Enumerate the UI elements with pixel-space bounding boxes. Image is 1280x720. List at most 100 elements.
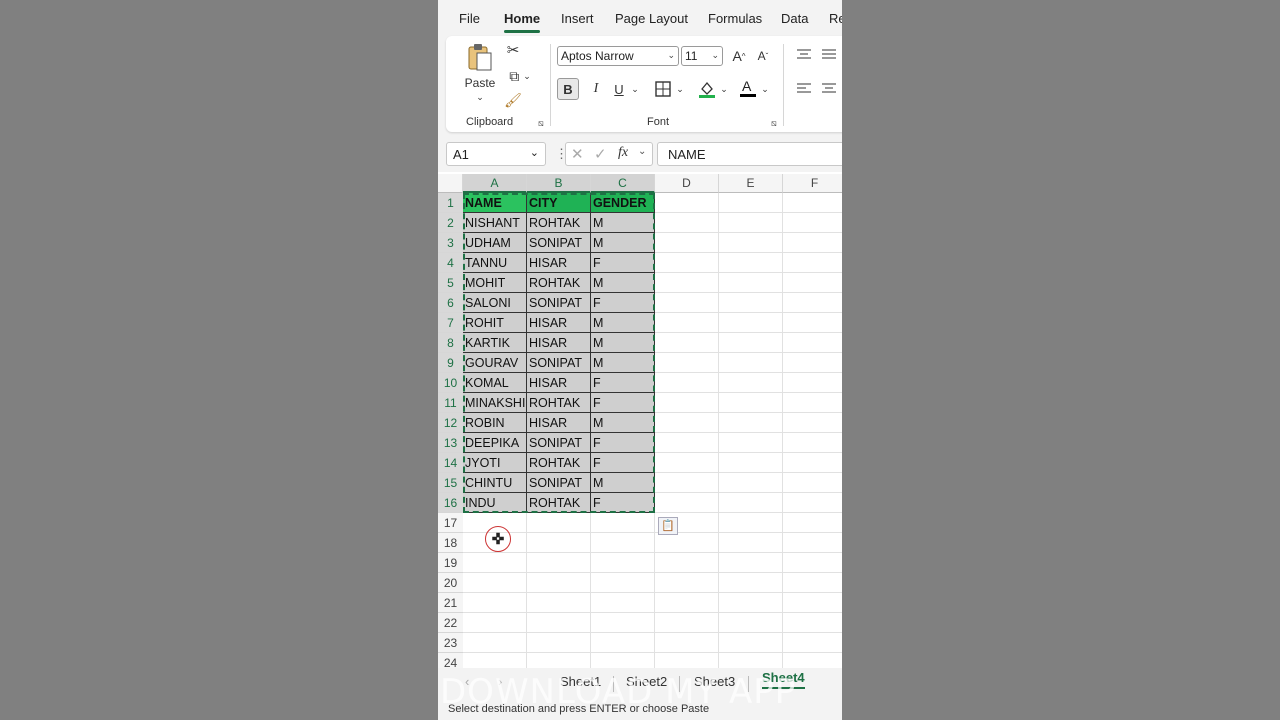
table-cell[interactable]: HISAR bbox=[527, 373, 591, 393]
table-cell[interactable]: ROHTAK bbox=[527, 213, 591, 233]
enter-icon[interactable]: ✓ bbox=[594, 145, 607, 163]
font-size-select[interactable]: 11 ⌄ bbox=[681, 46, 723, 66]
table-cell[interactable]: M bbox=[591, 213, 655, 233]
table-cell[interactable]: M bbox=[591, 233, 655, 253]
tab-file[interactable]: File bbox=[459, 11, 480, 26]
fill-color-icon[interactable] bbox=[696, 78, 718, 100]
table-cell[interactable]: JYOTI bbox=[463, 453, 527, 473]
italic-button[interactable]: I bbox=[586, 78, 606, 100]
borders-icon[interactable] bbox=[652, 78, 674, 100]
table-cell[interactable]: ROHTAK bbox=[527, 453, 591, 473]
chevron-down-icon[interactable]: ⌄ bbox=[530, 146, 539, 159]
table-cell[interactable]: SONIPAT bbox=[527, 353, 591, 373]
tab-page-layout[interactable]: Page Layout bbox=[615, 11, 688, 26]
table-cell[interactable]: F bbox=[591, 393, 655, 413]
row-header-6[interactable]: 6 bbox=[438, 293, 463, 313]
row-header-22[interactable]: 22 bbox=[438, 613, 463, 633]
table-cell[interactable]: KARTIK bbox=[463, 333, 527, 353]
align-center-icon[interactable] bbox=[820, 80, 838, 98]
table-cell[interactable]: M bbox=[591, 353, 655, 373]
copy-icon[interactable]: ⧉ ⌄ bbox=[503, 66, 537, 86]
row-header-19[interactable]: 19 bbox=[438, 553, 463, 573]
table-cell[interactable]: SONIPAT bbox=[527, 433, 591, 453]
table-cell[interactable]: HISAR bbox=[527, 413, 591, 433]
sheet-tab-3[interactable]: Sheet3 bbox=[694, 674, 735, 689]
sheet-tab-1[interactable]: Sheet1 bbox=[560, 674, 601, 689]
row-header-1[interactable]: 1 bbox=[438, 193, 463, 213]
paste-options-icon[interactable]: 📋 bbox=[658, 517, 678, 535]
name-box[interactable]: A1 ⌄ bbox=[446, 142, 546, 166]
underline-button[interactable]: U bbox=[609, 78, 629, 100]
row-header-2[interactable]: 2 bbox=[438, 213, 463, 233]
table-cell[interactable]: MINAKSHI bbox=[463, 393, 527, 413]
decrease-font-size-icon[interactable]: Aˇ bbox=[753, 46, 773, 66]
paste-icon[interactable] bbox=[462, 40, 498, 74]
sheet-tab-4[interactable]: Sheet4 bbox=[762, 670, 805, 689]
row-header-5[interactable]: 5 bbox=[438, 273, 463, 293]
row-header-15[interactable]: 15 bbox=[438, 473, 463, 493]
table-cell[interactable]: NISHANT bbox=[463, 213, 527, 233]
table-cell[interactable]: M bbox=[591, 313, 655, 333]
row-header-21[interactable]: 21 bbox=[438, 593, 463, 613]
table-cell[interactable]: ROHTAK bbox=[527, 273, 591, 293]
tab-data[interactable]: Data bbox=[781, 11, 808, 26]
table-cell[interactable]: F bbox=[591, 453, 655, 473]
row-header-3[interactable]: 3 bbox=[438, 233, 463, 253]
table-cell[interactable]: F bbox=[591, 433, 655, 453]
table-cell[interactable]: INDU bbox=[463, 493, 527, 513]
row-header-7[interactable]: 7 bbox=[438, 313, 463, 333]
chevron-down-icon[interactable]: ⌄ bbox=[638, 146, 646, 157]
column-header-e[interactable]: E bbox=[719, 174, 783, 193]
row-header-23[interactable]: 23 bbox=[438, 633, 463, 653]
fill-color-dropdown-icon[interactable]: ⌄ bbox=[718, 78, 730, 100]
increase-font-size-icon[interactable]: A ^ bbox=[729, 46, 749, 66]
clipboard-launcher-icon[interactable]: ⧅ bbox=[538, 118, 544, 129]
bold-button[interactable]: B bbox=[557, 78, 579, 100]
table-cell[interactable]: M bbox=[591, 473, 655, 493]
table-cell[interactable]: HISAR bbox=[527, 313, 591, 333]
scroll-left-icon[interactable]: ‹ bbox=[465, 674, 469, 689]
font-launcher-icon[interactable]: ⧅ bbox=[771, 118, 777, 129]
row-header-10[interactable]: 10 bbox=[438, 373, 463, 393]
table-header-cell[interactable]: NAME bbox=[463, 193, 527, 213]
formula-input[interactable]: NAME bbox=[657, 142, 842, 166]
worksheet-grid[interactable]: ABCDEF 1 2 3 4 5 6 7 8 9 10 11 12 13 14 15 16 17 18 19 20 21… bbox=[438, 174, 842, 673]
table-cell[interactable]: UDHAM bbox=[463, 233, 527, 253]
select-all-corner[interactable] bbox=[438, 174, 463, 193]
table-header-cell[interactable]: GENDER bbox=[591, 193, 655, 213]
table-cell[interactable]: M bbox=[591, 333, 655, 353]
column-header-f[interactable]: F bbox=[783, 174, 842, 193]
row-header-16[interactable]: 16 bbox=[438, 493, 463, 513]
table-cell[interactable]: M bbox=[591, 273, 655, 293]
row-header-8[interactable]: 8 bbox=[438, 333, 463, 353]
insert-function-icon[interactable]: fx bbox=[618, 145, 628, 161]
row-header-14[interactable]: 14 bbox=[438, 453, 463, 473]
column-header-c[interactable]: C bbox=[591, 174, 655, 193]
font-color-dropdown-icon[interactable]: ⌄ bbox=[759, 78, 771, 100]
table-cell[interactable]: MOHIT bbox=[463, 273, 527, 293]
table-cell[interactable]: F bbox=[591, 373, 655, 393]
scroll-right-icon[interactable]: › bbox=[498, 674, 502, 689]
table-cell[interactable]: KOMAL bbox=[463, 373, 527, 393]
cancel-icon[interactable]: ✕ bbox=[571, 145, 584, 163]
tab-review[interactable]: Re bbox=[829, 11, 842, 26]
sheet-tab-2[interactable]: Sheet2 bbox=[626, 674, 667, 689]
table-cell[interactable]: CHINTU bbox=[463, 473, 527, 493]
row-header-12[interactable]: 12 bbox=[438, 413, 463, 433]
table-cell[interactable]: ROBIN bbox=[463, 413, 527, 433]
tab-formulas[interactable]: Formulas bbox=[708, 11, 762, 26]
font-color-icon[interactable]: A bbox=[737, 76, 759, 100]
row-header-11[interactable]: 11 bbox=[438, 393, 463, 413]
borders-dropdown-icon[interactable]: ⌄ bbox=[674, 78, 686, 100]
table-cell[interactable]: F bbox=[591, 253, 655, 273]
font-name-select[interactable]: Aptos Narrow ⌄ bbox=[557, 46, 679, 66]
table-cell[interactable]: SONIPAT bbox=[527, 233, 591, 253]
table-cell[interactable]: HISAR bbox=[527, 253, 591, 273]
column-header-a[interactable]: A bbox=[463, 174, 527, 193]
column-header-b[interactable]: B bbox=[527, 174, 591, 193]
table-cell[interactable]: SONIPAT bbox=[527, 293, 591, 313]
table-cell[interactable]: SONIPAT bbox=[527, 473, 591, 493]
paste-button[interactable]: Paste bbox=[464, 76, 496, 90]
row-header-13[interactable]: 13 bbox=[438, 433, 463, 453]
tab-home[interactable]: Home bbox=[504, 11, 541, 33]
